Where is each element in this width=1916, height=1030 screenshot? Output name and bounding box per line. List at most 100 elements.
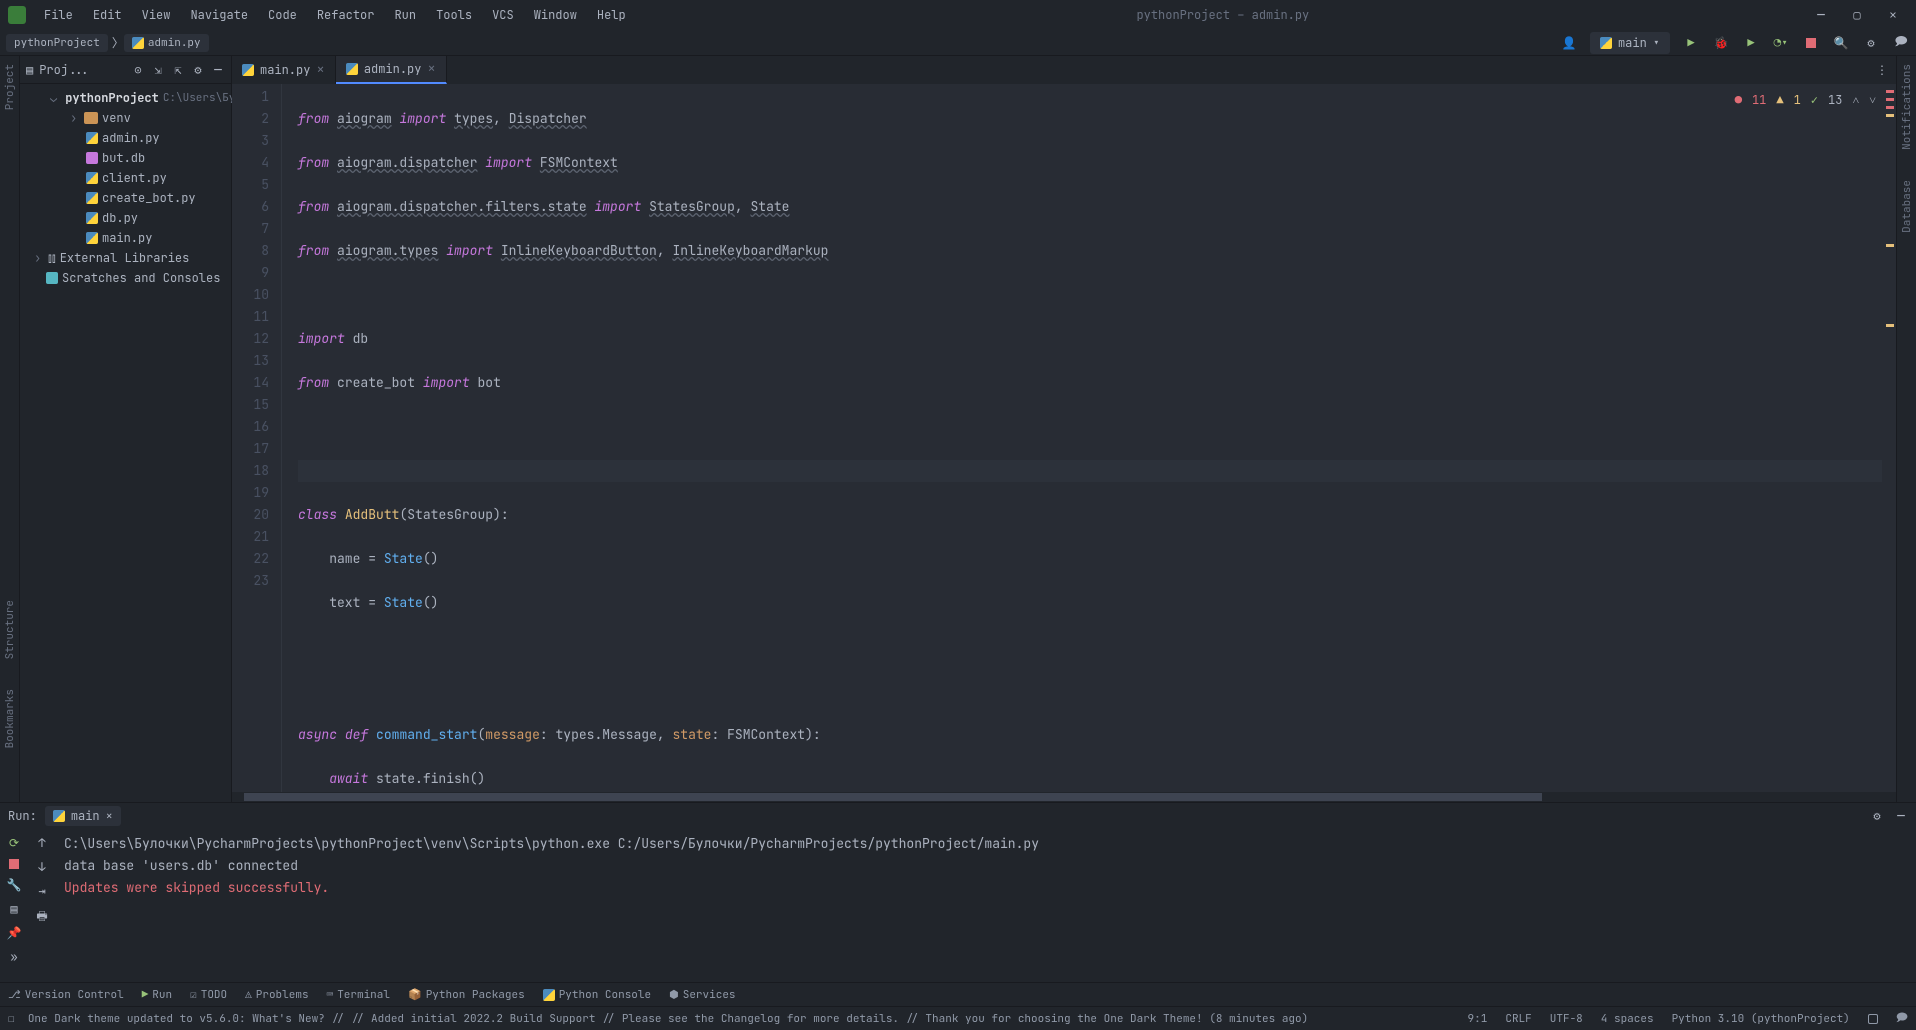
soft-wrap-icon[interactable]: ⇥ <box>38 883 45 899</box>
menu-vcs[interactable]: VCS <box>484 3 522 27</box>
wrench-icon[interactable]: 🔧 <box>7 877 22 893</box>
hide-icon[interactable]: ─ <box>211 63 225 77</box>
tree-file-client[interactable]: client.py <box>20 168 231 188</box>
structure-tool-tab[interactable]: Structure <box>3 600 17 659</box>
run-button[interactable]: ▶ <box>1682 34 1700 52</box>
project-tool-tab[interactable]: Project <box>3 64 17 110</box>
close-icon[interactable]: × <box>316 61 324 79</box>
menu-help[interactable]: Help <box>589 3 634 27</box>
close-icon[interactable]: × <box>106 808 113 824</box>
menu-window[interactable]: Window <box>526 3 585 27</box>
notifications-tool-tab[interactable]: Notifications <box>1900 64 1914 150</box>
folder-icon: ▤ <box>26 62 33 78</box>
rerun-button[interactable]: ⟳ <box>9 835 19 851</box>
todo-icon[interactable]: ☐ <box>8 1012 15 1026</box>
tree-venv[interactable]: › venv <box>20 108 231 128</box>
editor-horizontal-scrollbar[interactable] <box>232 792 1896 802</box>
breadcrumb-project[interactable]: pythonProject <box>6 34 108 52</box>
more-icon[interactable]: » <box>10 949 17 965</box>
tool-version-control[interactable]: ⎇Version Control <box>8 988 124 1002</box>
add-user-icon[interactable]: 👤 <box>1560 34 1578 52</box>
lock-icon[interactable] <box>1868 1014 1878 1024</box>
chevron-down-icon: ▾ <box>1653 35 1660 51</box>
run-coverage-button[interactable]: ▶ <box>1742 34 1760 52</box>
python-icon <box>86 132 98 144</box>
settings-button[interactable]: ⚙ <box>1862 34 1880 52</box>
run-panel-label: Run: <box>8 808 37 824</box>
tree-root[interactable]: ⌄ pythonProject C:\Users\Булоч <box>20 88 231 108</box>
close-icon[interactable]: × <box>427 60 435 78</box>
chevron-up-icon[interactable]: ˄ <box>1852 92 1859 108</box>
tree-file-create-bot[interactable]: create_bot.py <box>20 188 231 208</box>
gear-icon[interactable]: ⚙ <box>1870 809 1884 823</box>
indent-setting[interactable]: 4 spaces <box>1601 1012 1654 1026</box>
layout-icon[interactable]: ▤ <box>10 901 17 917</box>
notifications-button[interactable]: 🗩 <box>1892 34 1910 52</box>
close-button[interactable]: ✕ <box>1884 6 1902 24</box>
tool-python-console[interactable]: Python Console <box>543 988 651 1002</box>
tabs-more-icon[interactable]: ⋮ <box>1868 62 1896 78</box>
down-icon[interactable]: ↓ <box>38 859 45 875</box>
tool-todo[interactable]: ☑TODO <box>190 988 227 1002</box>
expand-all-icon[interactable]: ⇲ <box>151 63 165 77</box>
menu-refactor[interactable]: Refactor <box>309 3 383 27</box>
tool-problems[interactable]: ⚠Problems <box>245 988 308 1002</box>
tool-python-packages[interactable]: 📦Python Packages <box>408 988 525 1002</box>
run-tab-main[interactable]: main × <box>45 806 121 826</box>
bottom-tool-windows: ⎇Version Control ▶Run ☑TODO ⚠Problems ⌨T… <box>0 982 1916 1006</box>
maximize-button[interactable]: ▢ <box>1848 6 1866 24</box>
notifications-status-icon[interactable]: 🗩 <box>1896 1009 1908 1028</box>
minimize-button[interactable]: ─ <box>1812 6 1830 24</box>
up-icon[interactable]: ↑ <box>38 835 45 851</box>
menu-edit[interactable]: Edit <box>85 3 130 27</box>
hide-icon[interactable]: ─ <box>1894 809 1908 823</box>
menu-view[interactable]: View <box>134 3 179 27</box>
tree-scratches[interactable]: Scratches and Consoles <box>20 268 231 288</box>
inspection-summary[interactable]: ●11 ▲1 ✓13 ˄ ˅ <box>1731 90 1880 110</box>
console-output[interactable]: C:\Users\Булочки\PycharmProjects\pythonP… <box>56 829 1916 982</box>
error-icon: ● <box>1735 92 1742 108</box>
debug-button[interactable]: 🐞 <box>1712 34 1730 52</box>
stop-button[interactable] <box>1802 34 1820 52</box>
folder-icon <box>84 112 98 124</box>
tab-admin[interactable]: admin.py × <box>336 56 447 84</box>
gear-icon[interactable]: ⚙ <box>191 63 205 77</box>
tree-file-but[interactable]: but.db <box>20 148 231 168</box>
tree-file-db[interactable]: db.py <box>20 208 231 228</box>
code-editor[interactable]: from aiogram import types, Dispatcher fr… <box>282 84 1882 792</box>
tab-main[interactable]: main.py × <box>232 56 336 84</box>
print-icon[interactable]: 🖶 <box>36 907 47 928</box>
locate-file-icon[interactable]: ⊙ <box>131 63 145 77</box>
stop-button[interactable] <box>9 859 19 869</box>
tree-external-libraries[interactable]: › ⫾⫾ External Libraries <box>20 248 231 268</box>
search-everywhere-button[interactable]: 🔍 <box>1832 34 1850 52</box>
error-stripe[interactable] <box>1882 84 1896 792</box>
pin-icon[interactable]: 📌 <box>7 925 22 941</box>
tool-terminal[interactable]: ⌨Terminal <box>327 988 390 1002</box>
python-interpreter[interactable]: Python 3.10 (pythonProject) <box>1672 1012 1850 1026</box>
file-encoding[interactable]: UTF-8 <box>1550 1012 1583 1026</box>
tree-file-main[interactable]: main.py <box>20 228 231 248</box>
editor-tabs: main.py × admin.py × ⋮ <box>232 56 1896 84</box>
tree-file-admin[interactable]: admin.py <box>20 128 231 148</box>
collapse-all-icon[interactable]: ⇱ <box>171 63 185 77</box>
menu-navigate[interactable]: Navigate <box>182 3 256 27</box>
menu-file[interactable]: File <box>36 3 81 27</box>
chevron-down-icon[interactable]: ˅ <box>1869 92 1876 108</box>
line-separator[interactable]: CRLF <box>1505 1012 1531 1026</box>
status-message: One Dark theme updated to v5.6.0: What's… <box>28 1012 1308 1026</box>
database-tool-tab[interactable]: Database <box>1900 180 1914 233</box>
tool-services[interactable]: ⬢Services <box>669 988 735 1002</box>
breadcrumb-file[interactable]: admin.py <box>124 34 209 52</box>
menu-code[interactable]: Code <box>260 3 305 27</box>
menu-run[interactable]: Run <box>386 3 424 27</box>
run-configuration-selector[interactable]: main ▾ <box>1590 32 1670 54</box>
run-config-name: main <box>1618 35 1647 51</box>
tool-run[interactable]: ▶Run <box>142 988 172 1002</box>
profile-button[interactable]: ◔▾ <box>1772 34 1790 52</box>
editor-content[interactable]: ●11 ▲1 ✓13 ˄ ˅ 1234567891011121314151617… <box>232 84 1896 792</box>
bookmarks-tool-tab[interactable]: Bookmarks <box>3 689 17 748</box>
caret-position[interactable]: 9:1 <box>1468 1012 1488 1026</box>
menu-tools[interactable]: Tools <box>428 3 480 27</box>
run-panel-header: Run: main × ⚙ ─ <box>0 803 1916 829</box>
